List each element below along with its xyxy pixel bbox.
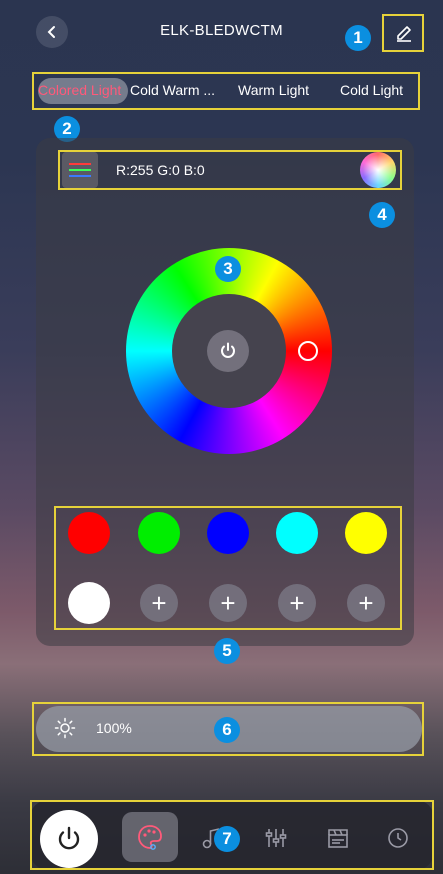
callout-1: 1 <box>345 25 371 51</box>
wheel-power-button[interactable] <box>207 330 249 372</box>
callout-7: 7 <box>214 826 240 852</box>
power-icon <box>221 342 235 358</box>
highlight-box-rgb <box>58 150 402 190</box>
highlight-box-presets <box>54 506 402 630</box>
highlight-box-tabs <box>32 72 420 110</box>
highlight-box-edit <box>382 14 424 52</box>
color-wheel-handle[interactable] <box>298 341 318 361</box>
callout-3: 3 <box>215 256 241 282</box>
device-title: ELK-BLEDWCTM <box>160 22 283 39</box>
callout-6: 6 <box>214 717 240 743</box>
callout-4: 4 <box>369 202 395 228</box>
callout-5: 5 <box>214 638 240 664</box>
